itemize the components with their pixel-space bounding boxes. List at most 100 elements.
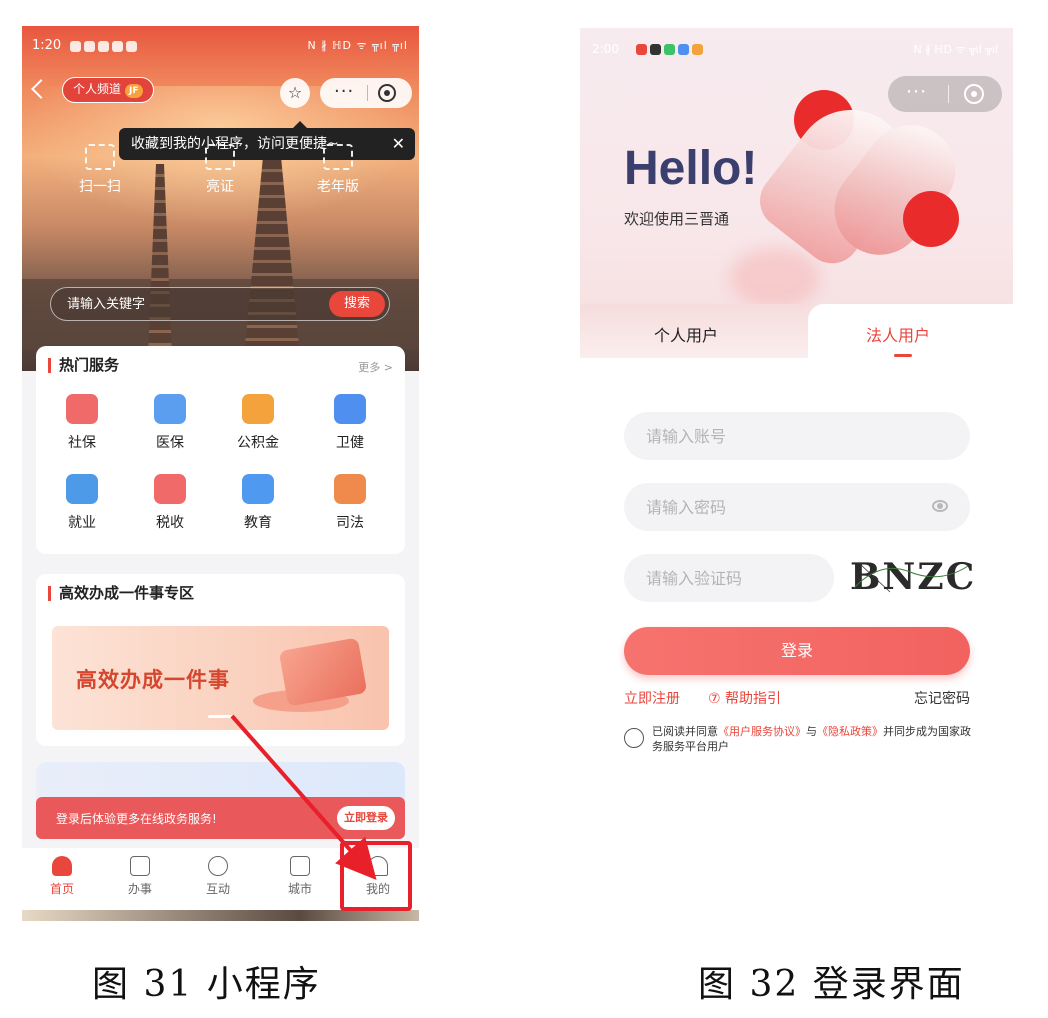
quick-scan-label: 扫一扫 [79,179,121,195]
search-input[interactable] [67,288,307,320]
auxiliary-links: 立即注册 ⑦ 帮助指引 忘记密码 [624,688,970,708]
login-screen: 2:00 N ∦ ℍD ᯤ ╦ıl ╦ıl ··· Hello! 欢迎使用三晋通… [580,28,1013,768]
hello-heading: Hello! [624,142,758,195]
agreement-prefix: 已阅读并同意 [652,725,718,738]
account-input[interactable] [646,412,906,460]
calendar-icon [130,856,150,876]
status-indicators: N ∦ ℍD ᯤ ╦ıl ╦ıl [913,43,998,56]
tab-label: 城市 [287,882,312,896]
service-health[interactable]: 卫健 [314,394,386,452]
tab-personal-user[interactable]: 个人用户 [580,304,808,358]
social-security-icon [66,394,98,424]
quick-elder-label: 老年版 [317,179,359,195]
mini-program-capsule: ··· [320,78,412,108]
tab-label: 互动 [205,882,230,896]
service-tax[interactable]: 税收 [134,474,206,532]
hot-services-more-link[interactable]: 更多 > [358,359,393,375]
red-ball-bottom [903,191,959,247]
service-label: 卫健 [336,435,364,451]
status-bar: 2:00 N ∦ ℍD ᯤ ╦ıl ╦ıl [592,42,1002,58]
quick-show-license[interactable]: 亮证 [180,144,260,196]
tab-personal-label: 个人用户 [654,326,719,345]
hot-services-card: 热门服务 更多 > 社保 医保 公积金 卫健 就业 税收 教育 司法 [36,346,405,554]
scan-icon [85,144,115,170]
agreement-and: 与 [806,725,817,738]
password-input[interactable] [646,483,906,531]
more-menu-icon[interactable]: ··· [334,81,354,102]
user-service-agreement-link[interactable]: 《用户服务协议》 [718,725,806,738]
service-label: 医保 [156,435,184,451]
figure-caption-31: 图 31 小程序 [92,964,321,1005]
more-menu-icon[interactable]: ··· [906,81,927,103]
tab-city[interactable]: 城市 [270,856,330,897]
notification-icons [70,41,137,52]
service-employment[interactable]: 就业 [46,474,118,532]
health-icon [334,394,366,424]
home-icon [52,856,72,876]
quick-license-label: 亮证 [206,179,234,195]
search-bar: 搜索 [50,287,390,321]
employment-icon [66,474,98,504]
banner-text: 高效办成一件事 [76,668,230,692]
channel-badge: JF [125,84,143,98]
tab-interaction[interactable]: 互动 [188,856,248,897]
account-field [624,412,970,460]
login-prompt-text: 登录后体验更多在线政务服务! [56,812,217,826]
service-label: 司法 [336,515,364,531]
bottom-edge [22,910,419,921]
login-button[interactable]: 登录 [624,627,970,675]
quick-elder-mode[interactable]: 老年版 [298,144,378,196]
login-prompt-strip: 登录后体验更多在线政务服务! 立即登录 [36,797,405,839]
chat-icon [208,856,228,876]
tab-legal-user[interactable]: 法人用户 [808,304,1013,384]
mini-program-screen: 1:20 N ∦ ℍD ᯤ ╦ıl ╦ıl 个人频道 JF ☆ ··· 收藏到我的… [22,26,419,921]
personal-channel-button[interactable]: 个人频道 JF [62,77,154,103]
favorite-star-icon[interactable]: ☆ [280,78,310,108]
housing-fund-icon [242,394,274,424]
status-bar: 1:20 N ∦ ℍD ᯤ ╦ıl ╦ıl [32,38,412,56]
notification-icons [636,44,703,55]
active-tab-indicator [894,354,912,357]
close-mini-program-icon[interactable] [378,84,396,102]
tooltip-close-icon[interactable]: ✕ [392,128,405,160]
medical-insurance-icon [154,394,186,424]
captcha-field [624,554,906,602]
register-link[interactable]: 立即注册 [624,688,680,708]
tab-label: 首页 [49,882,74,896]
help-guide-link[interactable]: ⑦ 帮助指引 [708,688,781,708]
building-icon [290,856,310,876]
login-now-button[interactable]: 立即登录 [337,806,395,830]
service-label: 教育 [244,515,272,531]
tab-legal-label: 法人用户 [866,326,931,345]
service-housing-fund[interactable]: 公积金 [222,394,294,452]
privacy-policy-link[interactable]: 《隐私政策》 [817,725,883,738]
status-indicators: N ∦ ℍD ᯤ ╦ıl ╦ıl [307,39,408,52]
figure-caption-32: 图 32 登录界面 [698,964,965,1005]
search-button[interactable]: 搜索 [329,291,385,317]
capsule-divider [367,85,368,101]
personal-channel-label: 个人频道 [73,82,122,96]
user-type-tabs: 个人用户 法人用户 [580,304,1013,384]
service-education[interactable]: 教育 [222,474,294,532]
annotation-highlight-box [340,841,412,911]
tax-icon [154,474,186,504]
close-mini-program-icon[interactable] [964,84,984,104]
efficient-service-banner[interactable]: 高效办成一件事 [52,626,389,730]
mini-program-capsule: ··· [888,76,1002,112]
elder-mode-icon [323,144,353,170]
welcome-text: 欢迎使用三晋通 [624,210,730,228]
service-label: 社保 [68,435,96,451]
quick-scan[interactable]: 扫一扫 [60,144,140,196]
agreement-checkbox[interactable] [624,728,644,748]
service-social-security[interactable]: 社保 [46,394,118,452]
show-password-eye-icon[interactable] [932,500,948,512]
efficient-service-zone-card: 高效办成一件事专区 高效办成一件事 [36,574,405,746]
service-medical-insurance[interactable]: 医保 [134,394,206,452]
service-label: 就业 [68,515,96,531]
tab-affairs[interactable]: 办事 [110,856,170,897]
forgot-password-link[interactable]: 忘记密码 [914,688,970,708]
captcha-noise [853,563,969,593]
tab-label: 办事 [127,882,152,896]
service-justice[interactable]: 司法 [314,474,386,532]
tab-home[interactable]: 首页 [32,856,92,897]
